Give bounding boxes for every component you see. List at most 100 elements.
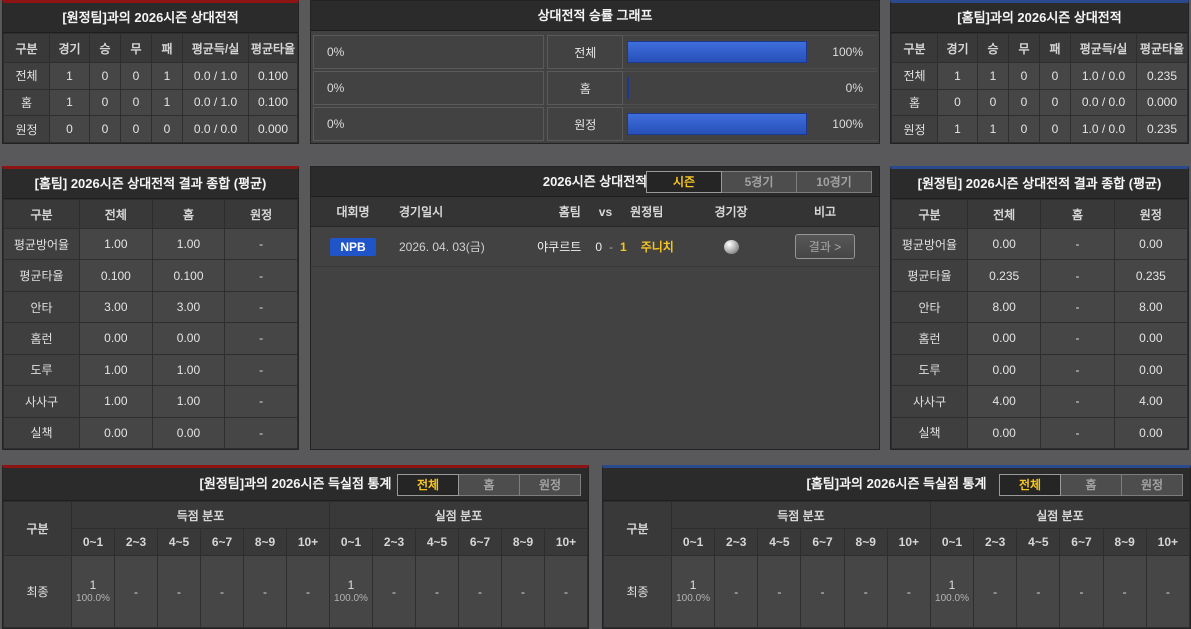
column-header-stadium: 경기장 bbox=[714, 205, 748, 219]
conceded-group-header: 실점 분포 bbox=[329, 501, 588, 529]
home-score: 0 bbox=[595, 239, 602, 254]
bar-zone: 100% bbox=[623, 107, 877, 141]
tab-all[interactable]: 전체 bbox=[999, 474, 1061, 496]
column-header: 전체 bbox=[966, 199, 1042, 229]
stat-cell: - bbox=[114, 555, 158, 628]
stat-cell: - bbox=[1040, 416, 1115, 449]
tab-home[interactable]: 홈 bbox=[1060, 474, 1122, 496]
stat-cell: 0.000 bbox=[248, 115, 298, 143]
stat-cell: - bbox=[1040, 259, 1115, 292]
stat-cell: 1 bbox=[49, 88, 90, 117]
column-header: 구분 bbox=[3, 33, 50, 63]
stat-cell: 0.00 bbox=[1113, 227, 1188, 261]
panel-title: [원정팀] 2026시즌 상대전적 결과 종합 (평균) bbox=[891, 169, 1188, 199]
tab-away[interactable]: 원정 bbox=[519, 474, 581, 496]
bin-header: 8~9 bbox=[843, 528, 888, 556]
stat-cell: 8.00 bbox=[966, 290, 1042, 324]
tab-away[interactable]: 원정 bbox=[1121, 474, 1183, 496]
row-label: 평균타율 bbox=[891, 259, 968, 292]
tab-10games[interactable]: 10경기 bbox=[796, 171, 872, 193]
result-button[interactable]: 결과 > bbox=[794, 234, 856, 259]
stat-cell: - bbox=[1040, 290, 1115, 324]
panel-title: [홈팀]과의 2026시즌 상대전적 bbox=[891, 3, 1188, 33]
bins-header-row: 0~1 2~3 4~5 6~7 8~9 10+ 0~1 2~3 4~5 6~7 … bbox=[4, 528, 588, 556]
table-row: 홈런 0.00 0.00 - bbox=[3, 322, 298, 355]
league-badge: NPB bbox=[330, 237, 376, 256]
group-header-row: 구분 득점 분포 실점 분포 bbox=[3, 501, 588, 556]
bin-header: 4~5 bbox=[157, 528, 201, 556]
bin-header: 0~1 bbox=[670, 528, 716, 556]
stat-cell: - bbox=[973, 555, 1018, 628]
tab-5games[interactable]: 5경기 bbox=[721, 171, 797, 193]
row-label: 실책 bbox=[3, 416, 80, 449]
bin-header: 4~5 bbox=[757, 528, 802, 556]
stat-cell: 0 bbox=[1039, 115, 1071, 143]
stat-cell: - bbox=[224, 259, 298, 292]
tab-home[interactable]: 홈 bbox=[458, 474, 520, 496]
row-label: 안타 bbox=[891, 290, 968, 324]
stat-cell: 4.00 bbox=[966, 385, 1042, 418]
row-label: 전체 bbox=[3, 62, 50, 90]
stat-cell: 1.00 bbox=[151, 385, 226, 418]
stat-cell: 1 100.0% bbox=[329, 555, 373, 628]
panel-title: 2026시즌 상대전적 시즌 5경기 10경기 bbox=[311, 167, 879, 197]
bin-header: 6~7 bbox=[1059, 528, 1104, 556]
stat-cell: 3.00 bbox=[151, 290, 226, 324]
stat-cell: 0 bbox=[1039, 88, 1071, 117]
stat-cell: - bbox=[224, 353, 298, 387]
stat-cell: - bbox=[1040, 385, 1115, 418]
panel-winrate-graph: 상대전적 승률 그래프 0% 전체 100% 0% 홈 0% 0% 원정 100… bbox=[310, 0, 880, 144]
header-home-label: 홈팀 bbox=[558, 205, 581, 219]
stat-cell: 0.00 bbox=[151, 322, 226, 355]
h2h-tabs: 시즌 5경기 10경기 bbox=[646, 171, 872, 193]
stat-cell: 1.0 / 0.0 bbox=[1070, 62, 1137, 90]
stat-cell: - bbox=[157, 555, 201, 628]
table-row: 평균타율 0.235 - 0.235 bbox=[891, 259, 1188, 292]
panel-away-season-summary: [원정팀] 2026시즌 상대전적 결과 종합 (평균) 구분 전체 홈 원정 … bbox=[890, 166, 1189, 450]
bin-header: 0~1 bbox=[71, 528, 115, 556]
column-header: 패 bbox=[151, 33, 183, 63]
stat-cell: - bbox=[544, 555, 588, 628]
bin-header: 6~7 bbox=[800, 528, 845, 556]
bin-header: 4~5 bbox=[1016, 528, 1061, 556]
column-header: 구분 bbox=[891, 199, 968, 229]
away-score: 1 bbox=[620, 239, 627, 254]
stat-cell: - bbox=[886, 555, 931, 628]
stat-cell: 0.235 bbox=[966, 259, 1042, 292]
bin-header: 10+ bbox=[286, 528, 330, 556]
table-row: 안타 8.00 - 8.00 bbox=[891, 290, 1188, 324]
stat-cell: 0 bbox=[1039, 62, 1071, 90]
stat-cell: 1.00 bbox=[151, 227, 226, 261]
right-winrate-label: 100% bbox=[832, 117, 863, 131]
table-row: 전체 1 0 0 1 0.0 / 1.0 0.100 bbox=[3, 62, 298, 90]
row-label: 홈런 bbox=[891, 322, 968, 355]
row-label: 실책 bbox=[891, 416, 968, 449]
score-stats-table: 구분 득점 분포 실점 분포 0~1 2~3 4~5 6~7 8~9 10+ 0… bbox=[3, 501, 588, 628]
column-header: 전체 bbox=[79, 199, 153, 229]
match-row: NPB 2026. 04. 03(금) 야쿠르트 0 - 1 주니치 결과 > bbox=[311, 227, 879, 267]
tab-all[interactable]: 전체 bbox=[397, 474, 459, 496]
winrate-graph: 0% 전체 100% 0% 홈 0% 0% 원정 100% bbox=[311, 31, 879, 143]
row-label: 사사구 bbox=[3, 385, 80, 418]
bin-header: 0~1 bbox=[929, 528, 975, 556]
panel-title: 상대전적 승률 그래프 bbox=[311, 1, 879, 31]
stat-cell: 0 bbox=[120, 88, 152, 117]
stat-cell: 0 bbox=[120, 62, 152, 90]
row-label: 홈 bbox=[3, 88, 50, 117]
bin-header: 0~1 bbox=[329, 528, 373, 556]
stat-cell: 0.00 bbox=[966, 322, 1042, 355]
tab-season[interactable]: 시즌 bbox=[646, 171, 722, 193]
stat-cell: 0.0 / 1.0 bbox=[182, 62, 249, 90]
bin-header: 10+ bbox=[886, 528, 931, 556]
table-row: 도루 1.00 1.00 - bbox=[3, 353, 298, 387]
stat-cell: - bbox=[224, 290, 298, 324]
panel-title-text: 2026시즌 상대전적 bbox=[542, 174, 648, 189]
h2h-header-row: 대회명 경기일시 홈팀 vs 원정팀 경기장 비고 bbox=[311, 197, 879, 227]
column-header: 평균득/실 bbox=[182, 33, 249, 63]
stat-cell: 0.0 / 0.0 bbox=[1070, 88, 1137, 117]
stat-cell: - bbox=[224, 322, 298, 355]
win-bar bbox=[627, 41, 807, 63]
stat-cell: 0.100 bbox=[151, 259, 226, 292]
stadium-icon[interactable] bbox=[723, 239, 739, 254]
table-row: 최종 1 100.0% - - - - - 1 100.0% - - - - - bbox=[603, 555, 1190, 628]
